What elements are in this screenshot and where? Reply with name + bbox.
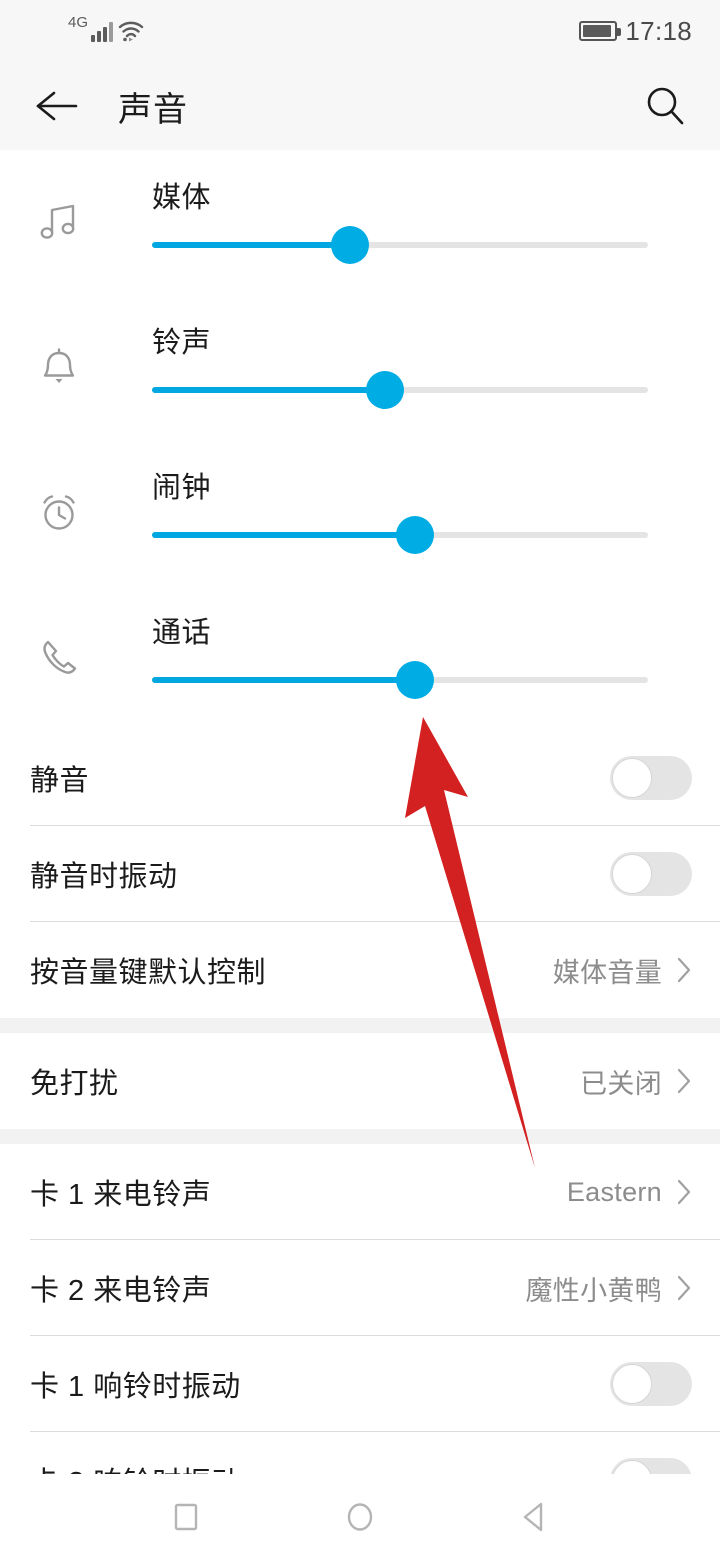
slider-thumb[interactable]	[366, 371, 405, 409]
toggle-sim1-vibrate-on-ring[interactable]	[610, 1362, 692, 1406]
page-title: 声音	[118, 90, 188, 129]
row-sim1-ringtone[interactable]: 卡 1 来电铃声 Eastern	[0, 1144, 720, 1240]
row-control[interactable]	[610, 1362, 692, 1406]
row-control[interactable]: 媒体音量	[553, 951, 692, 990]
row-label: 静音	[30, 765, 90, 797]
status-bar-left: 4G	[66, 15, 144, 42]
battery-icon	[579, 21, 622, 41]
settings-content: 媒体 铃声 闹钟 通话 静音 静音时振动 按音量键默认控制 媒体音量 免打扰 已…	[0, 150, 720, 1528]
status-bar-right: 17:18	[579, 16, 692, 47]
chevron-right-icon	[677, 1275, 691, 1301]
row-label: 卡 2 来电铃声	[30, 1275, 212, 1307]
status-clock: 17:18	[625, 15, 692, 46]
row-control[interactable]	[610, 756, 692, 800]
row-label: 卡 1 来电铃声	[30, 1179, 212, 1211]
chevron-right-icon	[677, 1179, 691, 1205]
slider-thumb[interactable]	[395, 661, 434, 699]
music-note-icon	[32, 196, 86, 250]
row-label: 按音量键默认控制	[30, 957, 267, 989]
chevron-right-icon	[677, 1068, 691, 1094]
row-vibrate-on-silent[interactable]: 静音时振动	[0, 826, 720, 922]
phone-handset-icon	[32, 631, 86, 685]
section-separator	[0, 1018, 720, 1033]
row-control[interactable]	[610, 852, 692, 896]
section-separator	[0, 1129, 720, 1144]
status-bar: 4G 17:18	[0, 0, 720, 62]
row-sim2-ringtone[interactable]: 卡 2 来电铃声 魔性小黄鸭	[0, 1240, 720, 1336]
row-value: 已关闭	[580, 1068, 662, 1099]
row-control[interactable]: Eastern	[567, 1177, 692, 1208]
row-volume-key-default[interactable]: 按音量键默认控制 媒体音量	[0, 922, 720, 1018]
volume-slider-call[interactable]	[152, 661, 648, 699]
phone-screen: 4G 17:18 声音 媒体 铃声 闹钟 通话 静音 静音时振动 按音量键默认控…	[0, 0, 720, 1560]
slider-track-fill	[152, 387, 386, 393]
volume-slider-alarm[interactable]	[152, 516, 648, 554]
volume-label-media: 媒体	[152, 182, 212, 214]
row-control[interactable]: 已关闭	[580, 1062, 692, 1101]
search-icon[interactable]	[638, 79, 692, 133]
toggle-knob	[612, 758, 652, 798]
row-value: Eastern	[566, 1176, 662, 1207]
toggle-knob	[612, 854, 652, 894]
triangle-back-icon[interactable]	[506, 1489, 562, 1545]
toggle-knob	[612, 1364, 652, 1404]
toggle-silent-mode[interactable]	[610, 756, 692, 800]
slider-thumb[interactable]	[331, 226, 370, 264]
wifi-icon	[118, 20, 144, 42]
slider-thumb[interactable]	[395, 516, 434, 554]
square-recents-icon[interactable]	[158, 1489, 214, 1545]
signal-bars-icon	[91, 20, 114, 42]
row-control[interactable]: 魔性小黄鸭	[526, 1269, 693, 1308]
row-do-not-disturb[interactable]: 免打扰 已关闭	[0, 1033, 720, 1129]
network-type-label: 4G	[68, 14, 89, 31]
bell-icon	[32, 341, 86, 395]
chevron-right-icon	[677, 957, 691, 983]
volume-label-ringtone: 铃声	[152, 327, 212, 359]
volume-label-call: 通话	[152, 617, 212, 649]
slider-track-fill	[152, 677, 415, 683]
volume-row-ringtone[interactable]: 铃声	[0, 295, 720, 440]
alarm-clock-icon	[32, 486, 86, 540]
back-arrow-icon[interactable]	[30, 79, 84, 133]
slider-track-fill	[152, 242, 351, 248]
volume-row-alarm[interactable]: 闹钟	[0, 440, 720, 585]
volume-slider-ringtone[interactable]	[152, 371, 648, 409]
toggle-vibrate-on-silent[interactable]	[610, 852, 692, 896]
row-label: 静音时振动	[30, 861, 178, 893]
row-silent-mode[interactable]: 静音	[0, 730, 720, 826]
system-navigation-bar	[0, 1474, 720, 1560]
row-value: 魔性小黄鸭	[525, 1275, 662, 1306]
row-label: 卡 1 响铃时振动	[30, 1371, 241, 1403]
circle-home-icon[interactable]	[332, 1489, 388, 1545]
row-value: 媒体音量	[552, 957, 662, 988]
volume-row-media[interactable]: 媒体	[0, 150, 720, 295]
slider-track-fill	[152, 532, 415, 538]
volume-row-call[interactable]: 通话	[0, 585, 720, 730]
volume-slider-media[interactable]	[152, 226, 648, 264]
row-label: 免打扰	[30, 1068, 119, 1100]
row-sim1-vibrate-on-ring[interactable]: 卡 1 响铃时振动	[0, 1336, 720, 1432]
volume-label-alarm: 闹钟	[152, 472, 212, 504]
app-bar: 声音	[0, 62, 720, 150]
